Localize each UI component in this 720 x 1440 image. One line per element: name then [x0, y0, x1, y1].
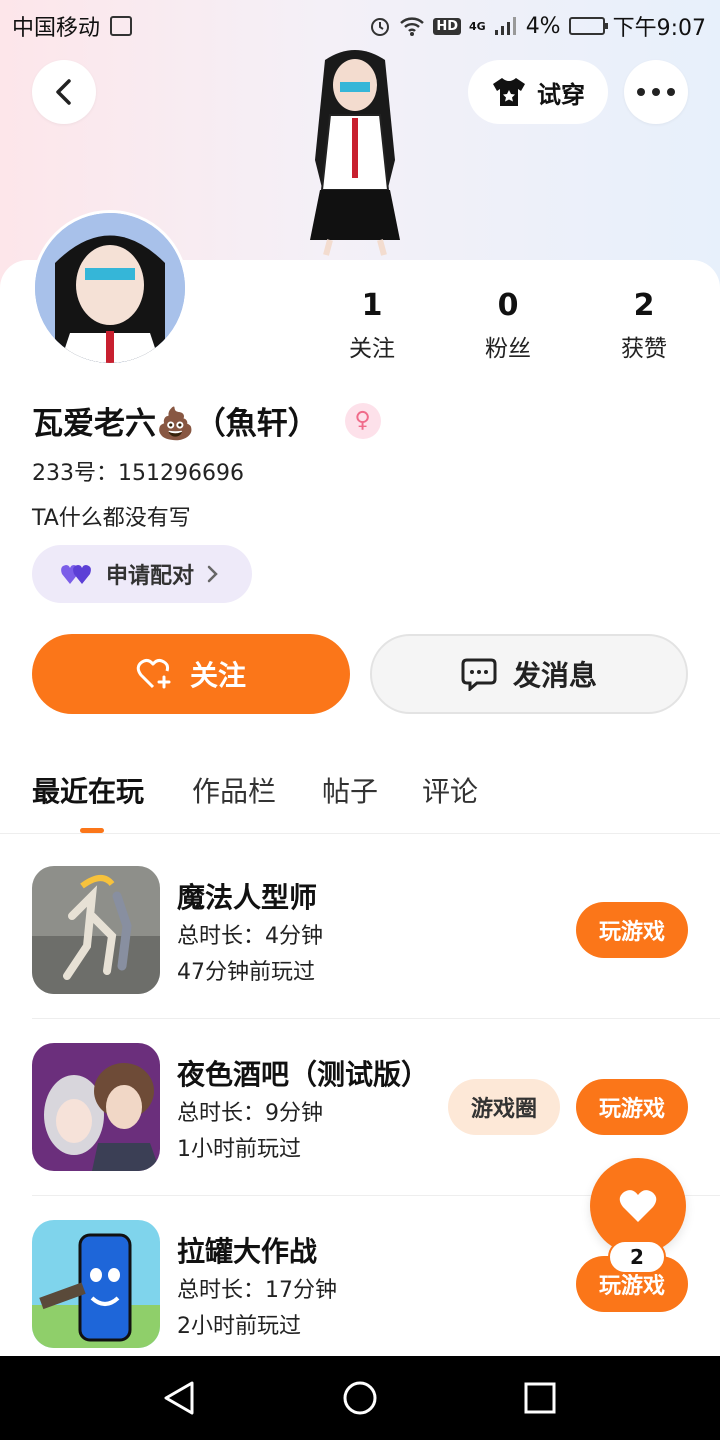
- back-button[interactable]: [32, 60, 96, 124]
- avatar-image: [35, 213, 185, 363]
- chevron-right-icon: [207, 565, 218, 583]
- username: 瓦爱老六💩（魚轩）: [32, 406, 319, 442]
- apply-pair-button[interactable]: 申请配对: [32, 545, 252, 603]
- chevron-left-icon: [56, 79, 71, 105]
- avatar[interactable]: [32, 210, 188, 366]
- username-row: 瓦爱老六💩（魚轩） ♀: [32, 398, 381, 443]
- game-title: 拉罐大作战: [177, 1235, 318, 1268]
- more-dots-icon: [637, 88, 675, 96]
- game-title: 魔法人型师: [177, 881, 318, 914]
- profile-tabs: 最近在玩 作品栏 帖子 评论: [0, 760, 720, 834]
- heart-icon: [619, 1190, 657, 1222]
- tab-posts[interactable]: 帖子: [322, 770, 378, 810]
- more-button[interactable]: [624, 60, 688, 124]
- list-item[interactable]: 夜色酒吧（测试版） 总时长：9分钟 1小时前玩过 游戏圈 玩游戏: [32, 1043, 688, 1173]
- clock: 下午9:07: [612, 16, 706, 41]
- home-nav-icon[interactable]: [342, 1380, 378, 1416]
- game-total-time: 总时长：17分钟: [177, 1278, 337, 1303]
- list-item[interactable]: 拉罐大作战 总时长：17分钟 2小时前玩过 玩游戏: [32, 1220, 688, 1350]
- game-last-played: 1小时前玩过: [177, 1137, 301, 1162]
- heart-plus-icon: [136, 658, 171, 689]
- tab-comments[interactable]: 评论: [422, 770, 478, 810]
- active-tab-indicator: [80, 828, 104, 833]
- character-illustration: [310, 50, 400, 256]
- game-icon-image: [32, 1220, 160, 1348]
- image-notification-icon: [110, 16, 133, 36]
- double-heart-icon: [61, 565, 91, 584]
- stat-likes[interactable]: 2 获赞: [584, 288, 704, 363]
- network-label: 4G: [469, 19, 486, 33]
- play-game-button[interactable]: 玩游戏: [576, 902, 688, 958]
- battery-percent: 4%: [525, 13, 561, 39]
- stat-value: 2: [633, 288, 655, 323]
- tab-works[interactable]: 作品栏: [192, 770, 276, 810]
- follow-button[interactable]: 关注: [32, 634, 350, 714]
- stat-following[interactable]: 1 关注: [312, 288, 432, 363]
- female-gender-icon: ♀: [344, 402, 381, 439]
- game-icon-image: [32, 1043, 160, 1171]
- stat-value: 0: [497, 288, 519, 323]
- list-item[interactable]: 魔法人型师 总时长：4分钟 47分钟前玩过 玩游戏: [32, 866, 688, 996]
- follow-label: 关注: [189, 659, 246, 692]
- stat-label: 关注: [349, 336, 395, 362]
- tab-recently-played[interactable]: 最近在玩: [32, 770, 144, 810]
- game-title: 夜色酒吧（测试版）: [177, 1058, 430, 1091]
- divider: [32, 1018, 720, 1019]
- game-icon: [32, 1043, 160, 1171]
- recents-nav-icon[interactable]: [522, 1380, 558, 1416]
- send-message-button[interactable]: 发消息: [370, 634, 688, 714]
- game-icon: [32, 866, 160, 994]
- message-label: 发消息: [512, 659, 597, 692]
- user-id: 233号：151296696: [32, 461, 244, 486]
- stat-value: 1: [361, 288, 383, 323]
- back-nav-icon[interactable]: [162, 1380, 198, 1416]
- carrier-label: 中国移动: [12, 16, 101, 41]
- stat-label: 粉丝: [485, 336, 531, 362]
- game-circle-button[interactable]: 游戏圈: [448, 1079, 560, 1135]
- signal-icon: [494, 17, 516, 35]
- game-total-time: 总时长：9分钟: [177, 1101, 323, 1126]
- alarm-icon: [371, 18, 390, 36]
- game-last-played: 47分钟前玩过: [177, 960, 315, 985]
- wifi-icon: [400, 17, 425, 36]
- try-on-label: 试穿: [537, 80, 585, 109]
- navigation-bar: [0, 1356, 720, 1440]
- stat-fans[interactable]: 0 粉丝: [448, 288, 568, 363]
- try-on-button[interactable]: 试穿: [468, 60, 608, 124]
- game-icon-image: [32, 866, 160, 994]
- user-bio: TA什么都没有写: [32, 506, 191, 531]
- hd-badge: HD: [433, 17, 461, 35]
- like-count-badge: 2: [608, 1240, 666, 1274]
- stat-label: 获赞: [621, 336, 667, 362]
- tshirt-icon: [493, 78, 525, 106]
- play-game-button[interactable]: 玩游戏: [576, 1079, 688, 1135]
- game-icon: [32, 1220, 160, 1348]
- game-total-time: 总时长：4分钟: [177, 924, 323, 949]
- game-last-played: 2小时前玩过: [177, 1314, 301, 1339]
- chat-bubble-icon: [461, 658, 497, 691]
- battery-icon: [568, 17, 608, 35]
- pair-label: 申请配对: [106, 564, 195, 589]
